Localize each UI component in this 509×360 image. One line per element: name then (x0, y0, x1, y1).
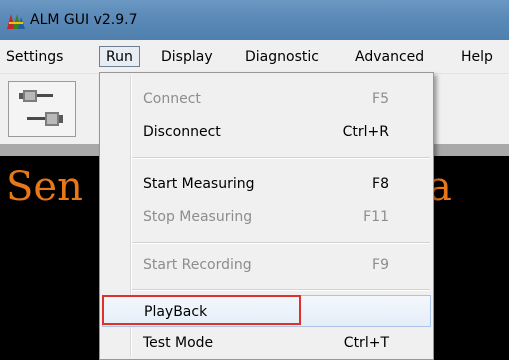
menu-advanced[interactable]: Advanced (355, 49, 424, 65)
menu-item-start-recording[interactable]: Start Recording F9 (100, 249, 433, 281)
window-title: ALM GUI v2.9.7 (30, 12, 138, 28)
menu-bar: Settings Run Display Diagnostic Advanced… (0, 40, 509, 74)
menu-item-disconnect[interactable]: Disconnect Ctrl+R (100, 116, 433, 148)
connect-toolbar-button[interactable] (8, 81, 76, 137)
menu-item-label: Start Recording (143, 257, 252, 273)
menu-item-label: Disconnect (143, 124, 221, 140)
menu-item-connect[interactable]: Connect F5 (100, 83, 433, 115)
menu-item-shortcut: F5 (372, 91, 389, 107)
menu-help[interactable]: Help (461, 49, 493, 65)
menu-separator (132, 242, 430, 244)
menu-item-shortcut: Ctrl+R (342, 124, 389, 140)
menu-item-stop-measuring[interactable]: Stop Measuring F11 (100, 201, 433, 233)
menu-item-label: Stop Measuring (143, 209, 253, 225)
menu-item-label: Start Measuring (143, 176, 255, 192)
playback-highlight-box (102, 295, 301, 325)
menu-run[interactable]: Run (99, 46, 140, 67)
menu-item-shortcut: F9 (372, 257, 389, 273)
menu-diagnostic[interactable]: Diagnostic (245, 49, 319, 65)
menu-item-label: Test Mode (143, 335, 214, 351)
connect-plug-icon (19, 90, 63, 126)
menu-item-shortcut: F8 (372, 176, 389, 192)
menu-settings[interactable]: Settings (6, 49, 63, 65)
menu-separator (132, 289, 430, 291)
title-bar: ALM GUI v2.9.7 (0, 0, 509, 40)
menu-item-shortcut: Ctrl+T (343, 335, 389, 351)
menu-separator (132, 157, 430, 159)
alm-app-icon (7, 14, 25, 29)
menu-item-test-mode[interactable]: Test Mode Ctrl+T (100, 327, 433, 359)
menu-display[interactable]: Display (161, 49, 213, 65)
panel-text-left: Sen (6, 164, 83, 210)
menu-item-label: Connect (143, 91, 201, 107)
menu-item-start-measuring[interactable]: Start Measuring F8 (100, 168, 433, 200)
menu-item-shortcut: F11 (363, 209, 389, 225)
